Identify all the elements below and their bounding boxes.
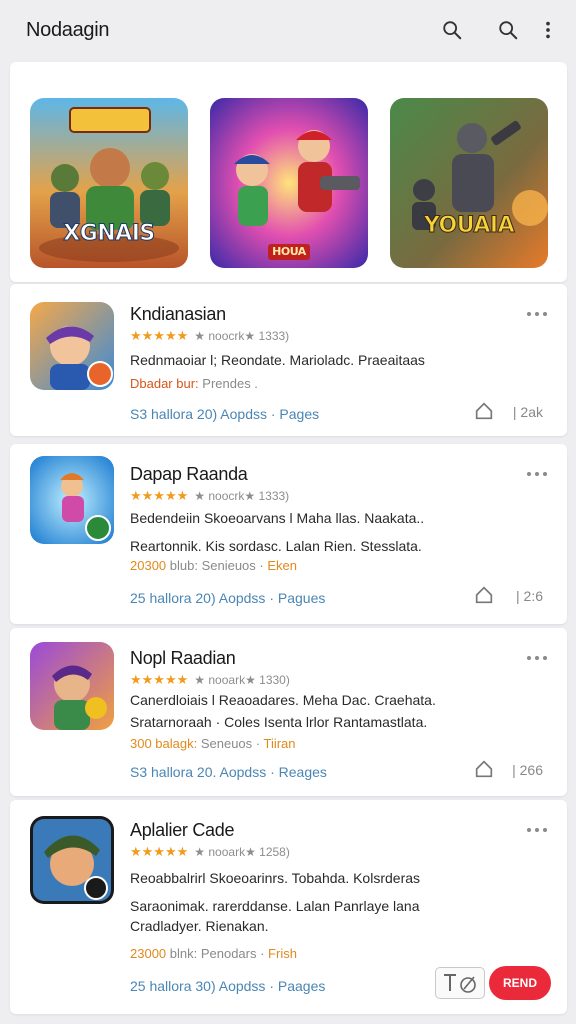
app-meta-text: Seneuos · <box>197 736 261 751</box>
app-name: Kndianasian <box>130 304 226 324</box>
app-rating: ★★★★★ ★ noocrk★ 1333) <box>130 328 289 344</box>
search-icon[interactable] <box>438 16 466 44</box>
more-horiz-icon[interactable] <box>525 466 549 482</box>
more-horiz-icon[interactable] <box>525 822 549 838</box>
app-description: Saraonimak. rarerddanse. Lalan Panrlaye … <box>130 898 420 914</box>
app-description: Canerdloiais l Reaoadares. Meha Dac. Cra… <box>130 692 436 708</box>
app-meta-highlight: Dbadar bur: <box>130 376 199 391</box>
app-description: Reartonnik. Kis sordasc. Lalan Rien. Ste… <box>130 538 422 554</box>
app-name: Dapap Raanda <box>130 464 248 484</box>
app-meta-highlight: 300 balagk: <box>130 736 198 751</box>
app-meta: 23000 blnk: Penodars · Frish <box>130 946 297 961</box>
app-icon[interactable] <box>30 816 114 904</box>
app-meta: 20300 blub: Senieuos · Eken <box>130 558 297 573</box>
app-rating: ★★★★★ ★ noocrk★ 1333) <box>130 488 289 504</box>
app-list-item[interactable]: Dapap Raanda ★★★★★ ★ noocrk★ 1333) Beden… <box>10 444 567 624</box>
top-app-bar: Nodaagin <box>0 0 576 60</box>
app-rating: ★★★★★ ★ nooark★ 1330) <box>130 672 290 688</box>
home-icon[interactable] <box>473 400 495 422</box>
app-links[interactable]: S3 hallora 20. Aopdss · Reages <box>130 764 327 780</box>
app-description: Cradladyer. Rienakan. <box>130 918 269 934</box>
featured-games-card: XGNAIS HOUA YOUAIA <box>10 62 567 282</box>
app-links[interactable]: S3 hallora 20) Aopdss · Pages <box>130 406 319 422</box>
app-description: Sratarnoraah · Coles Isenta lrlor Rantam… <box>130 714 428 730</box>
app-title: Nodaagin <box>26 18 110 41</box>
app-meta-highlight: 20300 <box>130 558 167 573</box>
rating-count: ★ nooark★ 1258) <box>194 845 290 859</box>
app-meta-tag: Frish <box>264 946 297 961</box>
rating-count: ★ noocrk★ 1333) <box>194 489 290 503</box>
app-meta-text: Prendes . <box>198 376 258 391</box>
edit-icon <box>443 974 476 993</box>
send-button[interactable]: REND <box>488 966 551 1000</box>
app-rating: ★★★★★ ★ nooark★ 1258) <box>130 844 290 860</box>
app-description: Bedendeiin Skoeoarvans l Maha llas. Naak… <box>130 510 425 526</box>
app-icon[interactable] <box>30 456 114 544</box>
app-description: Reoabbalrirl Skoeoarinrs. Tobahda. Kolsr… <box>130 870 421 886</box>
app-links[interactable]: 25 hallora 20) Aopdss · Pagues <box>130 590 325 606</box>
home-icon[interactable] <box>473 758 495 780</box>
app-description: Rednmaoiar l; Reondate. Marioladc. Praea… <box>130 352 425 368</box>
more-vert-icon[interactable] <box>540 16 556 44</box>
home-icon[interactable] <box>473 584 495 606</box>
app-list-item[interactable]: Kndianasian ★★★★★ ★ noocrk★ 1333) Rednma… <box>10 284 567 436</box>
featured-game-title: XGNAIS <box>63 221 156 247</box>
app-meta-tag: Eken <box>263 558 297 573</box>
app-meta: 300 balagk: Seneuos · Tiiran <box>130 736 296 751</box>
app-meta-tag: Tiiran <box>260 736 296 751</box>
rating-stars: ★★★★★ <box>130 672 189 687</box>
card-actions: REND <box>434 966 551 1000</box>
featured-game-tile[interactable]: YOUAIA <box>390 98 548 268</box>
rating-stars: ★★★★★ <box>130 328 189 343</box>
rating-stars: ★★★★★ <box>130 488 189 503</box>
app-meta-text: blub: Senieuos · <box>166 558 264 573</box>
featured-game-title: YOUAIA <box>423 213 515 239</box>
app-name: Aplalier Cade <box>130 820 235 840</box>
app-icon[interactable] <box>30 302 114 390</box>
rating-count: ★ nooark★ 1330) <box>194 673 290 687</box>
app-list-item[interactable]: Aplalier Cade ★★★★★ ★ nooark★ 1258) Reoa… <box>10 800 567 1014</box>
app-list-item[interactable]: Nopl Raadian ★★★★★ ★ nooark★ 1330) Caner… <box>10 628 567 796</box>
app-meta-text: blnk: Penodars · <box>166 946 265 961</box>
app-count: | 2:6 <box>516 588 543 604</box>
more-horiz-icon[interactable] <box>525 306 549 322</box>
more-horiz-icon[interactable] <box>525 650 549 666</box>
featured-game-tile[interactable]: XGNAIS <box>30 98 188 268</box>
app-meta-highlight: 23000 <box>130 946 167 961</box>
app-count: | 2ak <box>512 404 543 420</box>
edit-button[interactable] <box>434 967 485 999</box>
search-icon[interactable] <box>494 16 522 44</box>
rating-count: ★ noocrk★ 1333) <box>194 329 290 343</box>
app-meta: Dbadar bur: Prendes . <box>130 376 258 391</box>
featured-game-tile[interactable]: HOUA <box>210 98 368 268</box>
app-count: | 266 <box>512 762 543 778</box>
app-icon[interactable] <box>30 642 114 730</box>
app-name: Nopl Raadian <box>130 648 236 668</box>
featured-game-title: HOUA <box>272 245 306 258</box>
rating-stars: ★★★★★ <box>130 844 189 859</box>
app-links[interactable]: 25 hallora 30) Aopdss · Paages <box>130 978 325 994</box>
